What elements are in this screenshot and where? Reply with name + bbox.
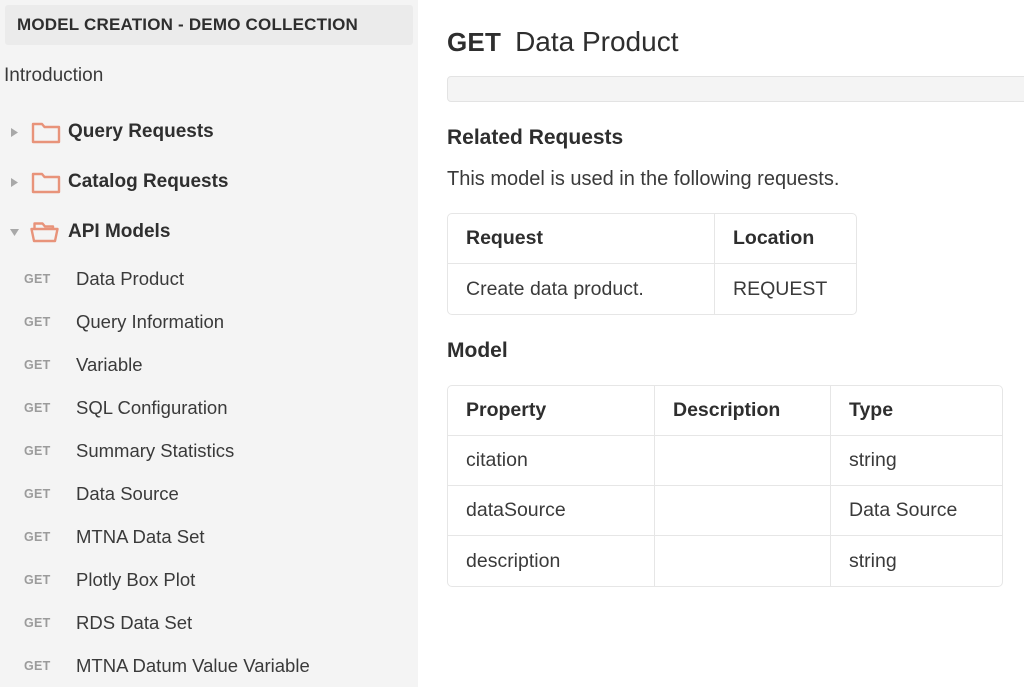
method-badge: GET <box>24 615 51 630</box>
sidebar-request-label: MTNA Data Set <box>76 525 205 547</box>
sidebar-request-label: MTNA Datum Value Variable <box>76 654 310 676</box>
model-type-link[interactable]: Data Source <box>831 486 1002 536</box>
model-type: string <box>831 436 1002 486</box>
sidebar-request-label: SQL Configuration <box>76 396 228 418</box>
table-row: Create data product. REQUEST <box>448 264 856 314</box>
column-header-type: Type <box>831 386 1002 436</box>
method-badge: GET <box>24 658 51 673</box>
method-badge: GET <box>24 486 51 501</box>
request-url-bar[interactable] <box>447 76 1024 102</box>
sidebar-folder-label: API Models <box>68 221 171 242</box>
column-header-property: Property <box>448 386 655 436</box>
column-header-location: Location <box>715 214 856 264</box>
sidebar-request-label: Data Product <box>76 267 184 289</box>
method-badge: GET <box>24 357 51 372</box>
related-requests-table: Request Location Create data product. RE… <box>447 213 857 315</box>
page-title-name: Data Product <box>515 26 679 57</box>
table-row: description string <box>448 536 1002 586</box>
chevron-right-icon[interactable] <box>4 177 24 188</box>
main-content: GET Data Product Related Requests This m… <box>418 0 1024 687</box>
table-row: dataSource Data Source <box>448 486 1002 536</box>
table-header-row: Request Location <box>448 214 856 264</box>
sidebar-item-introduction[interactable]: Introduction <box>0 45 418 87</box>
sidebar-request-mtna-data-set[interactable]: GET MTNA Data Set <box>0 515 418 558</box>
related-request-location: REQUEST <box>733 277 828 300</box>
model-table: Property Description Type citation strin… <box>447 385 1003 587</box>
sidebar-folder-label: Catalog Requests <box>68 171 229 192</box>
table-header-row: Property Description Type <box>448 386 1002 436</box>
page-title: GET Data Product <box>447 0 1024 58</box>
folder-closed-icon <box>24 119 68 145</box>
folder-open-icon <box>24 219 68 245</box>
sidebar-folder-label: Query Requests <box>68 121 214 142</box>
method-badge: GET <box>24 271 51 286</box>
sidebar: MODEL CREATION - DEMO COLLECTION Introdu… <box>0 0 418 687</box>
app-root: MODEL CREATION - DEMO COLLECTION Introdu… <box>0 0 1024 687</box>
chevron-down-icon[interactable] <box>4 228 24 237</box>
related-requests-heading: Related Requests <box>447 126 624 149</box>
sidebar-request-summary-statistics[interactable]: GET Summary Statistics <box>0 429 418 472</box>
model-heading: Model <box>447 339 508 362</box>
column-header-description: Description <box>655 386 831 436</box>
column-header-request: Request <box>448 214 715 264</box>
collection-title: MODEL CREATION - DEMO COLLECTION <box>17 15 359 34</box>
sidebar-request-label: Plotly Box Plot <box>76 568 196 590</box>
model-description <box>655 536 831 586</box>
sidebar-request-variable[interactable]: GET Variable <box>0 343 418 386</box>
model-property: citation <box>448 436 655 486</box>
sidebar-request-data-source[interactable]: GET Data Source <box>0 472 418 515</box>
collection-header: MODEL CREATION - DEMO COLLECTION <box>5 5 413 45</box>
method-badge: GET <box>24 400 51 415</box>
sidebar-request-label: Variable <box>76 353 143 375</box>
chevron-right-icon[interactable] <box>4 127 24 138</box>
method-badge: GET <box>24 314 51 329</box>
sidebar-folder-query-requests[interactable]: Query Requests <box>0 107 418 157</box>
sidebar-request-rds-data-set[interactable]: GET RDS Data Set <box>0 601 418 644</box>
sidebar-request-plotly-box-plot[interactable]: GET Plotly Box Plot <box>0 558 418 601</box>
model-description <box>655 436 831 486</box>
sidebar-request-query-information[interactable]: GET Query Information <box>0 300 418 343</box>
sidebar-request-mtna-datum-value-variable[interactable]: GET MTNA Datum Value Variable <box>0 644 418 687</box>
method-badge: GET <box>24 443 51 458</box>
model-property: description <box>448 536 655 586</box>
model-description <box>655 486 831 536</box>
sidebar-request-data-product[interactable]: GET Data Product <box>0 257 418 300</box>
sidebar-request-label: Query Information <box>76 310 225 332</box>
model-type: string <box>849 549 897 572</box>
sidebar-request-label: Summary Statistics <box>76 439 235 461</box>
sidebar-request-label: Data Source <box>76 482 179 504</box>
table-row: citation string <box>448 436 1002 486</box>
sidebar-request-sql-configuration[interactable]: GET SQL Configuration <box>0 386 418 429</box>
method-badge: GET <box>24 529 51 544</box>
method-badge: GET <box>24 572 51 587</box>
sidebar-nav-list: Query Requests Catalog Requests API Mode… <box>0 107 418 687</box>
model-property: dataSource <box>448 486 655 536</box>
page-title-method: GET <box>447 27 502 57</box>
sidebar-folder-api-models[interactable]: API Models <box>0 207 418 257</box>
introduction-label: Introduction <box>4 65 104 86</box>
sidebar-request-label: RDS Data Set <box>76 611 193 633</box>
sidebar-folder-catalog-requests[interactable]: Catalog Requests <box>0 157 418 207</box>
related-request-link[interactable]: Create data product. <box>448 264 715 314</box>
folder-closed-icon <box>24 169 68 195</box>
related-requests-description: This model is used in the following requ… <box>447 168 840 190</box>
